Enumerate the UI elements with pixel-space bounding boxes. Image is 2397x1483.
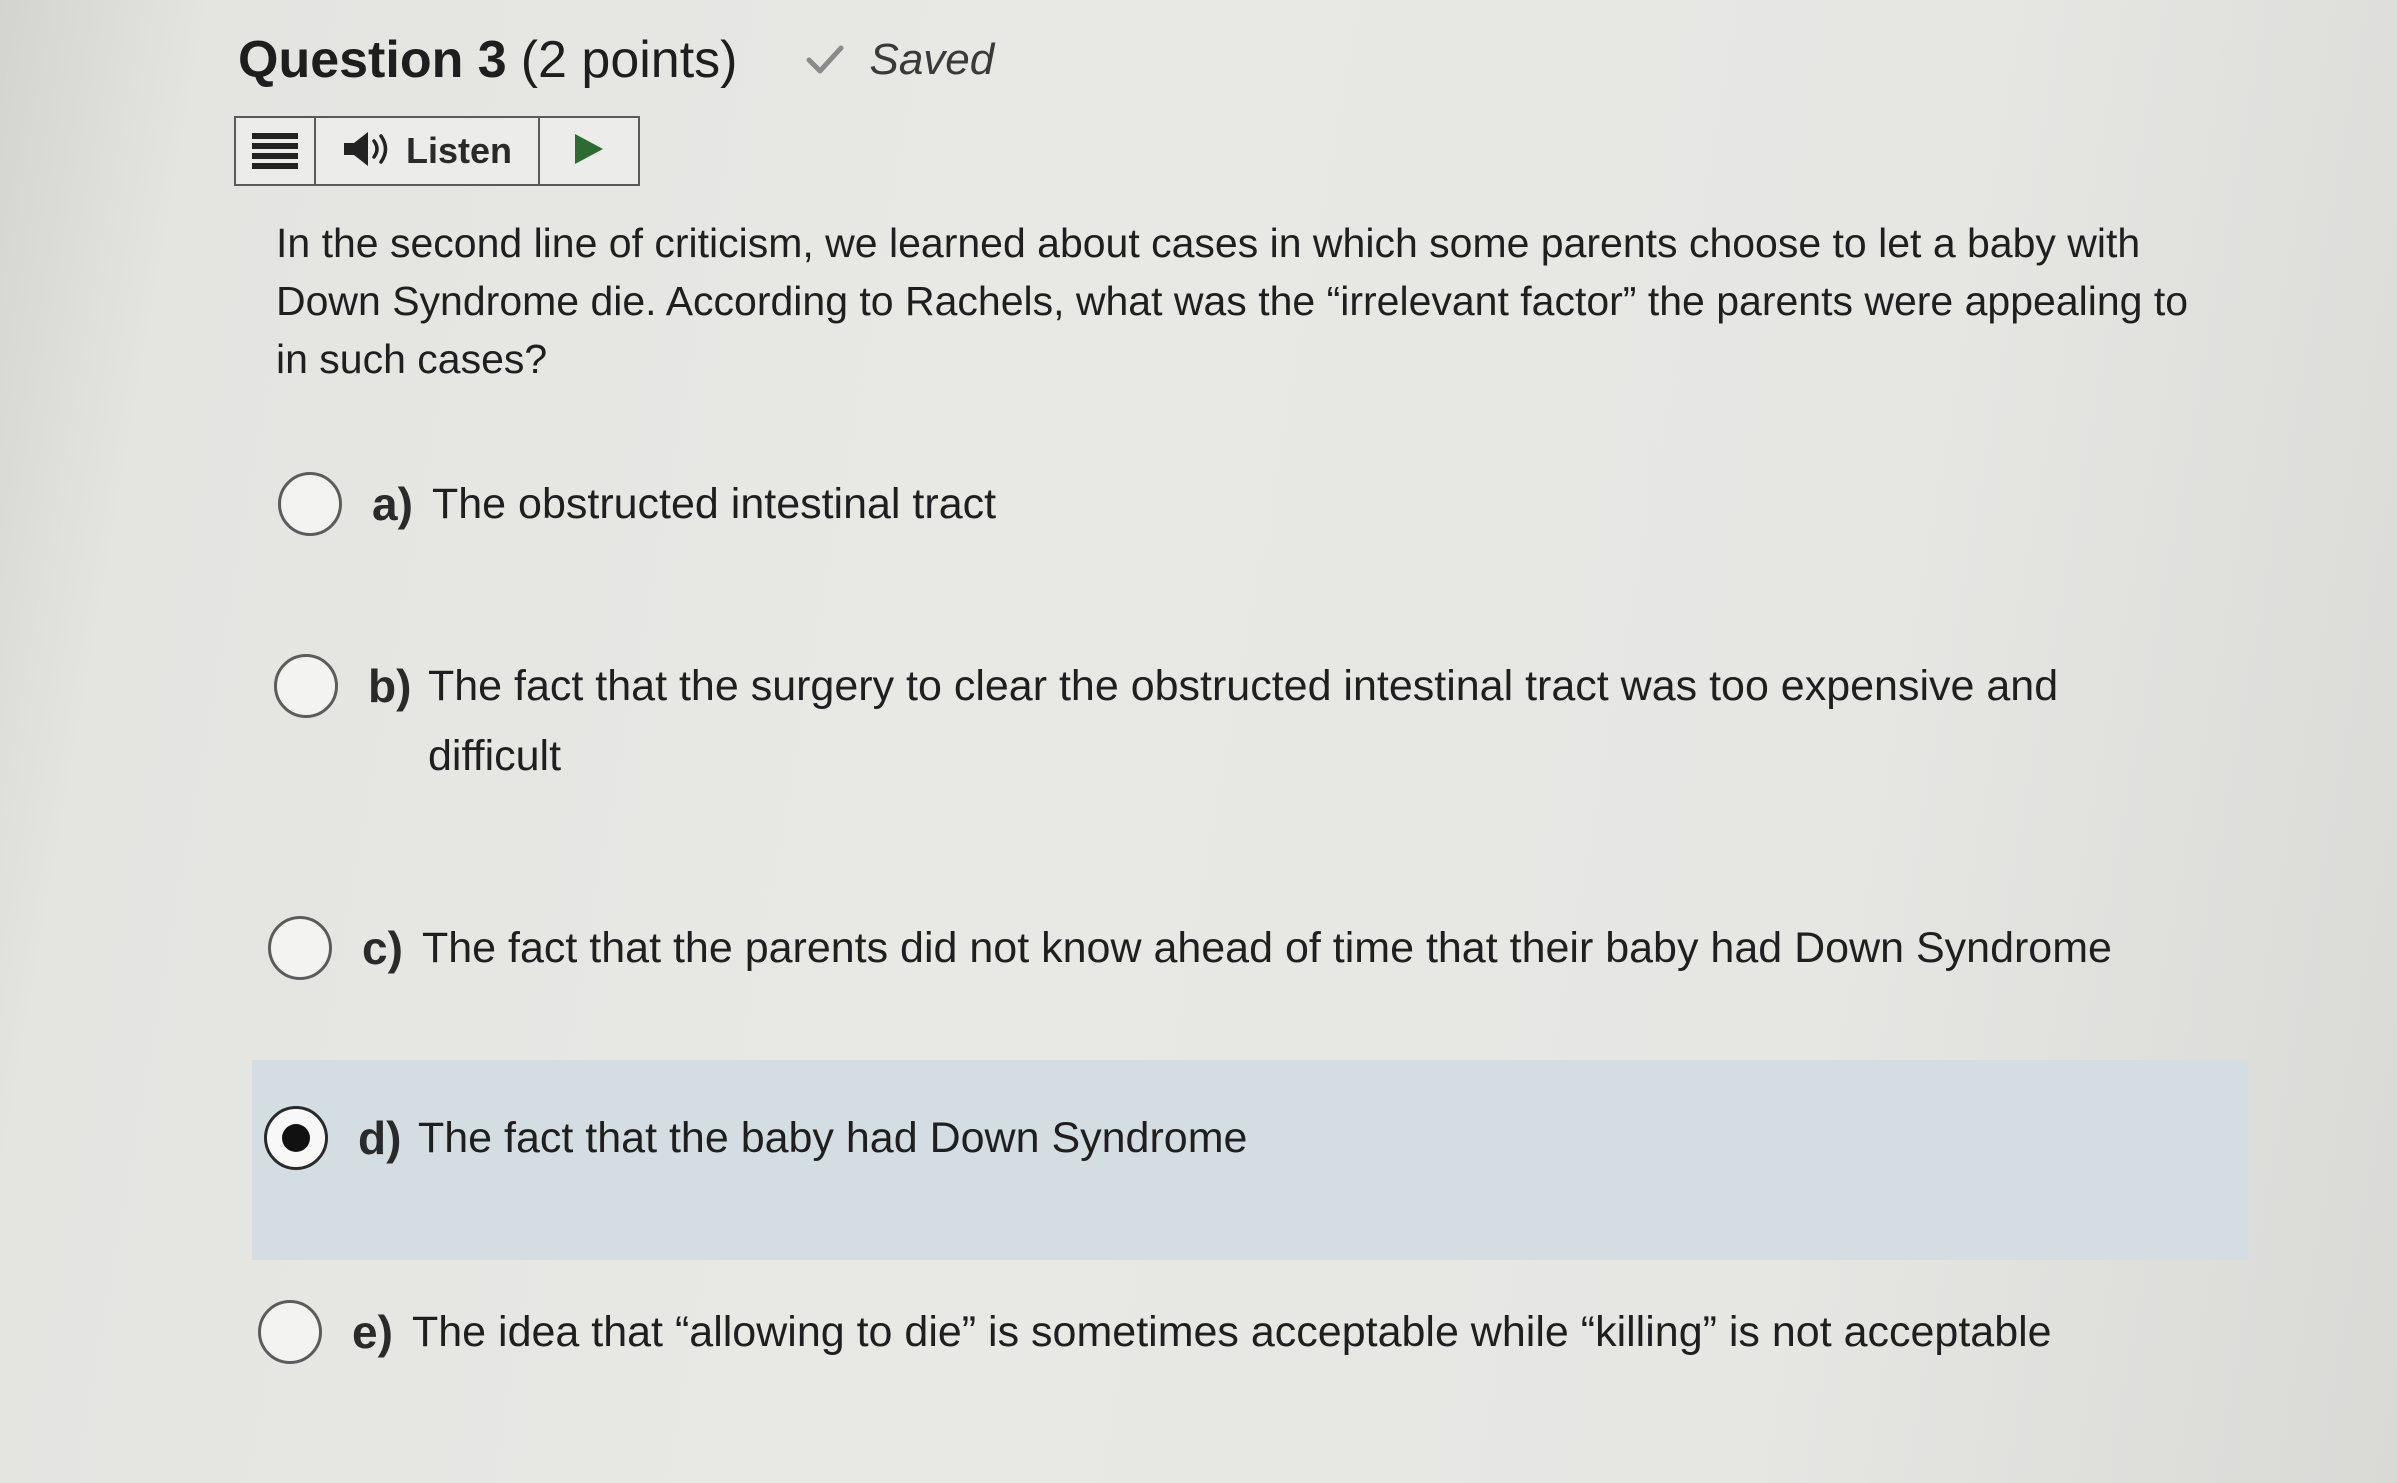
radio-button-b[interactable] xyxy=(274,654,338,718)
read-aloud-toolbar: Listen xyxy=(234,116,640,186)
radio-button-d[interactable] xyxy=(264,1106,328,1170)
option-d[interactable]: d) The fact that the baby had Down Syndr… xyxy=(264,1106,2164,1173)
speaker-icon xyxy=(342,129,394,174)
option-a[interactable]: a) The obstructed intestinal tract xyxy=(278,472,2178,539)
option-text: The fact that the parents did not know a… xyxy=(422,924,2112,972)
option-letter: e) xyxy=(352,1306,393,1358)
checkmark-icon xyxy=(803,38,847,82)
question-title: Question 3 xyxy=(238,31,507,89)
question-prompt: In the second line of criticism, we lear… xyxy=(276,220,2189,382)
question-header: Question 3 (2 points) Saved xyxy=(238,30,994,90)
option-text: The obstructed intestinal tract xyxy=(432,480,997,528)
listen-button[interactable]: Listen xyxy=(316,118,540,184)
saved-status: Saved xyxy=(869,35,995,84)
radio-button-a[interactable] xyxy=(278,472,342,536)
play-icon xyxy=(573,132,605,171)
radio-button-c[interactable] xyxy=(268,916,332,980)
question-points: (2 points) xyxy=(520,31,738,89)
hamburger-menu-icon[interactable] xyxy=(236,118,316,184)
option-c[interactable]: c) The fact that the parents did not kno… xyxy=(268,916,2268,983)
listen-label: Listen xyxy=(405,130,512,171)
option-letter: a) xyxy=(372,478,413,530)
option-e[interactable]: e) The idea that “allowing to die” is so… xyxy=(258,1300,2258,1367)
option-text: The fact that the surgery to clear the o… xyxy=(428,662,2059,780)
option-letter: b) xyxy=(368,660,412,712)
option-text: The idea that “allowing to die” is somet… xyxy=(412,1308,2052,1356)
option-text: The fact that the baby had Down Syndrome xyxy=(418,1114,1248,1162)
radio-button-e[interactable] xyxy=(258,1300,322,1364)
option-letter: c) xyxy=(362,922,403,974)
radio-selected-dot xyxy=(282,1124,310,1152)
option-b[interactable]: b) The fact that the surgery to clear th… xyxy=(274,654,2144,791)
option-letter: d) xyxy=(358,1112,402,1164)
play-button[interactable] xyxy=(540,118,638,184)
